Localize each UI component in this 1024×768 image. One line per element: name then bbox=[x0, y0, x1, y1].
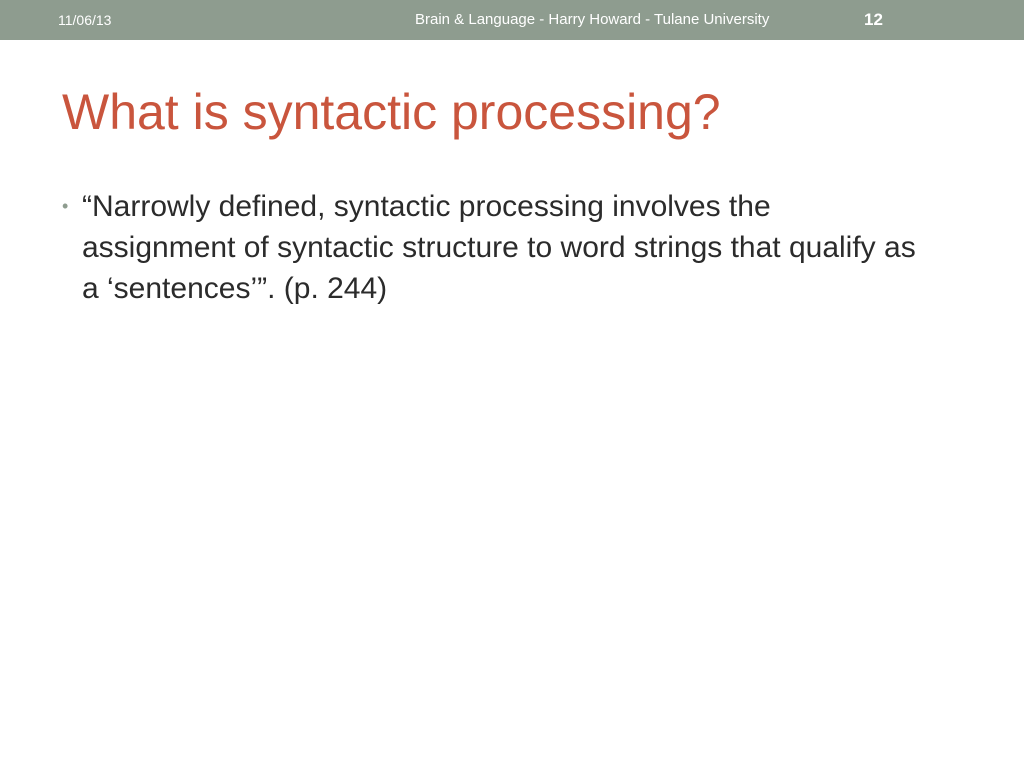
slide-title: What is syntactic processing? bbox=[62, 84, 721, 140]
slide-footer: Brain & Language - Harry Howard - Tulane… bbox=[415, 11, 770, 28]
slide: 11/06/13 Brain & Language - Harry Howard… bbox=[0, 0, 1024, 768]
slide-date: 11/06/13 bbox=[58, 12, 112, 28]
bullet-icon: • bbox=[62, 196, 69, 216]
bullet-text: “Narrowly defined, syntactic processing … bbox=[82, 190, 916, 305]
header-bar: 11/06/13 Brain & Language - Harry Howard… bbox=[0, 0, 1024, 40]
slide-number: 12 bbox=[864, 10, 883, 29]
bullet-item: • “Narrowly defined, syntactic processin… bbox=[62, 186, 922, 309]
bullet-list: • “Narrowly defined, syntactic processin… bbox=[62, 186, 922, 309]
